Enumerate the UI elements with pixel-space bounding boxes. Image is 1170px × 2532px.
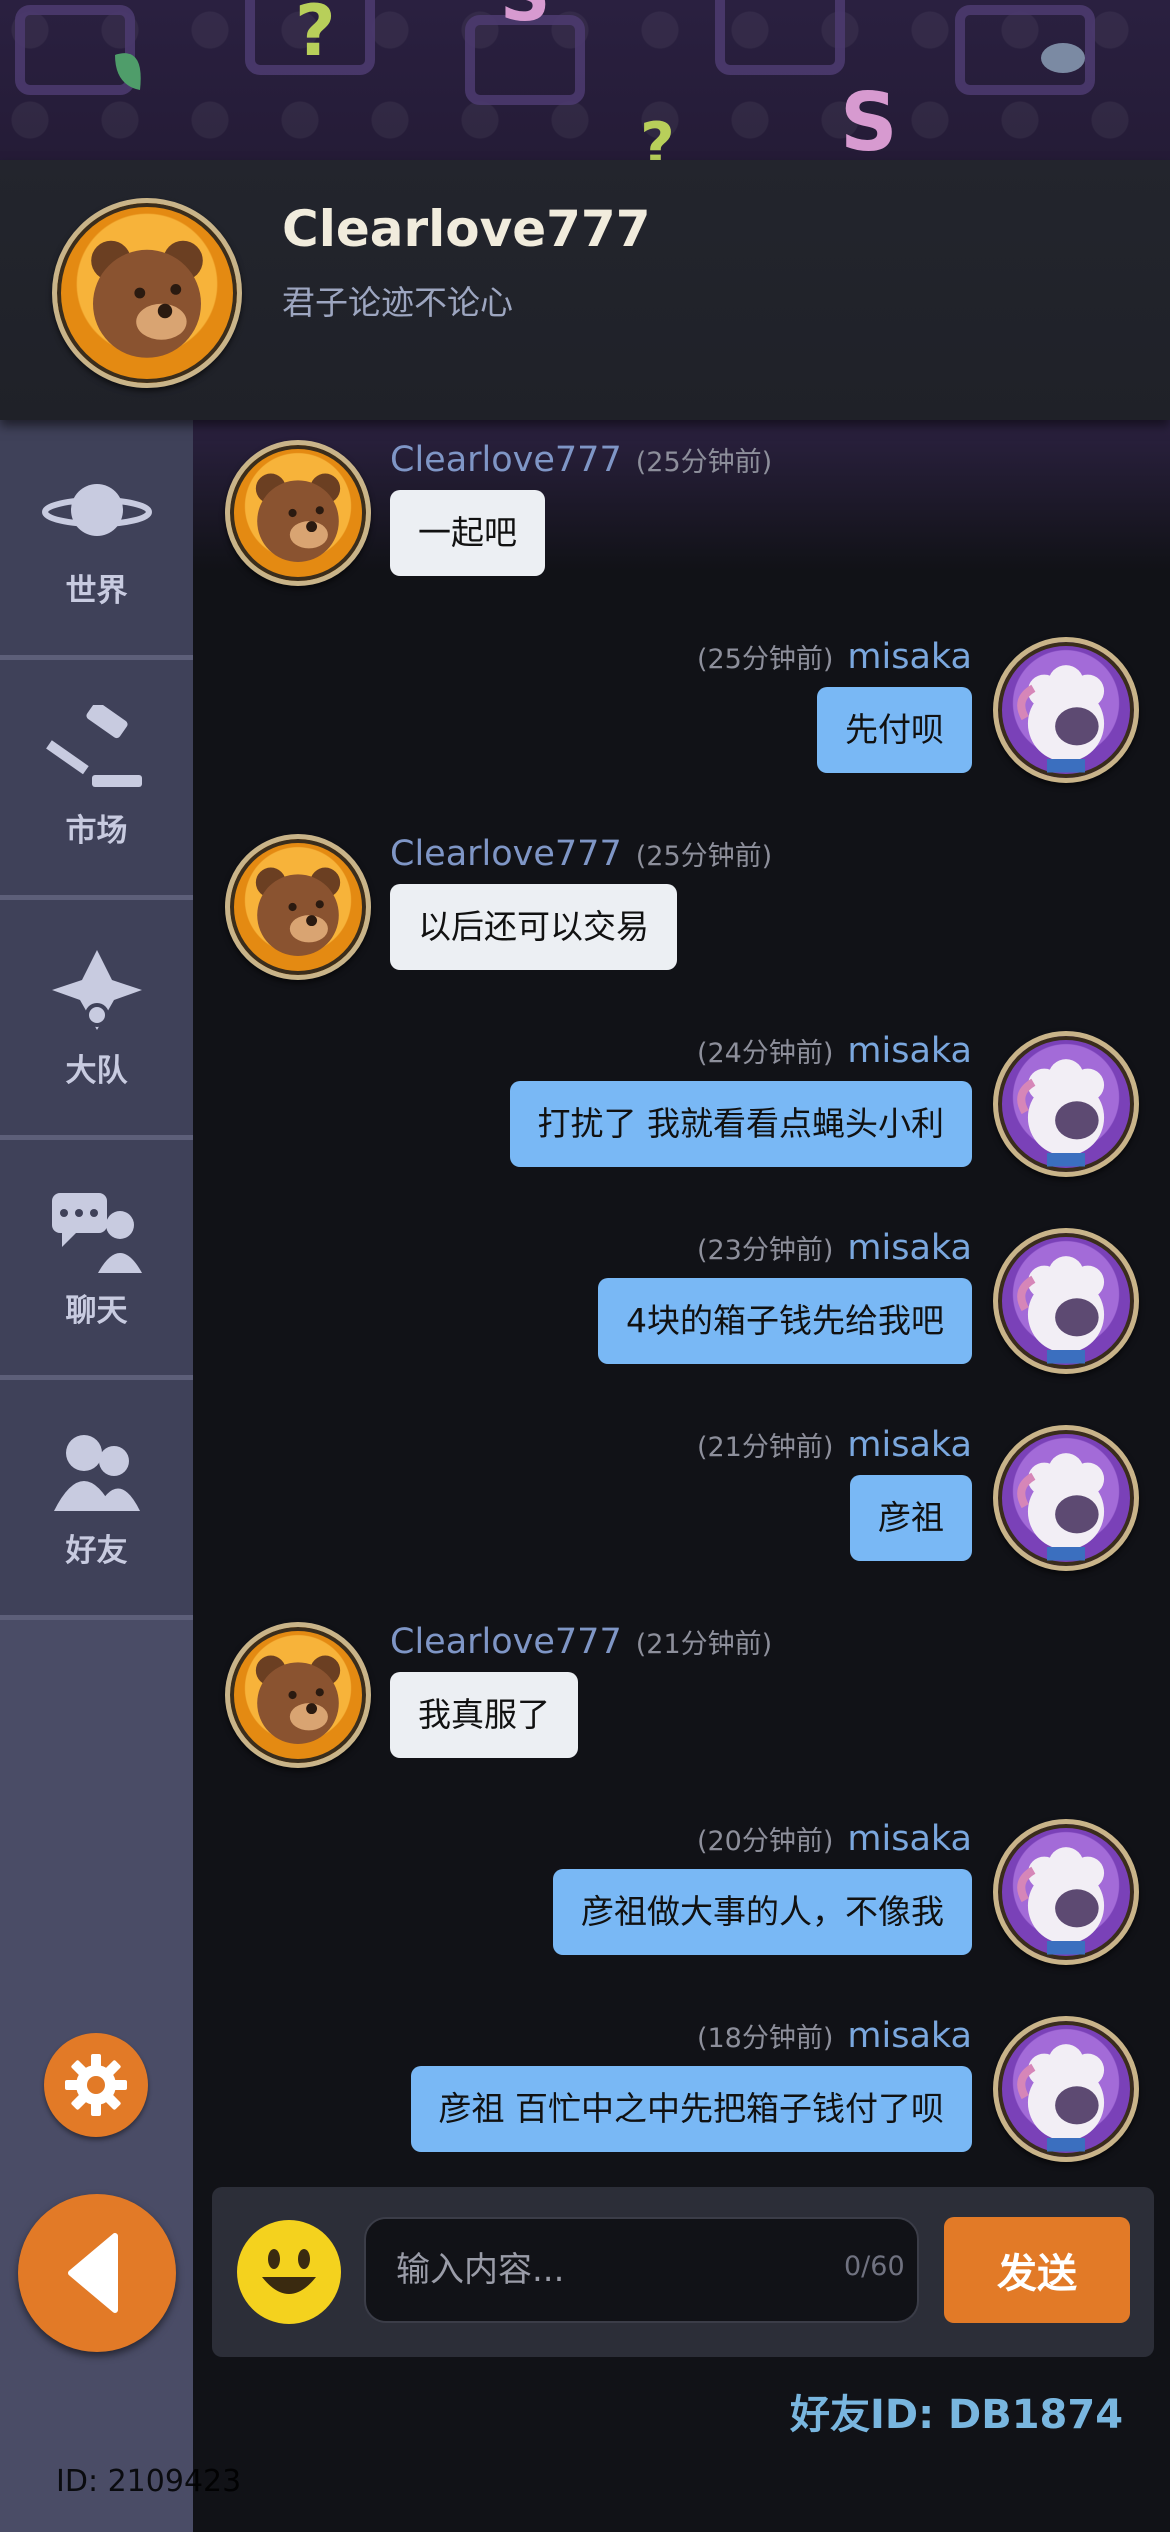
- profile-header: Clearlove777 君子论迹不论心: [0, 160, 1170, 420]
- sender-name[interactable]: misaka: [847, 1228, 972, 1268]
- svg-text:?: ?: [295, 0, 336, 72]
- message-avatar[interactable]: [993, 637, 1139, 783]
- settings-button[interactable]: [44, 2033, 148, 2137]
- message-time: (24分钟前): [696, 1038, 834, 1069]
- sender-name[interactable]: misaka: [847, 1819, 972, 1859]
- message-meta: (21分钟前) misaka: [697, 1425, 972, 1465]
- sidebar-item-world[interactable]: 世界: [0, 420, 193, 660]
- sheep-icon: [1017, 1256, 1105, 1364]
- message-time: (20分钟前): [696, 1826, 834, 1857]
- sidebar-item-label: 市场: [65, 813, 128, 849]
- message-meta: (24分钟前) misaka: [697, 1031, 972, 1071]
- header-avatar[interactable]: [52, 198, 242, 388]
- gear-icon: [65, 2054, 127, 2116]
- message-meta: (18分钟前) misaka: [697, 2016, 972, 2056]
- header-background-pattern: ? S S ?: [0, 0, 1170, 170]
- sheep-icon: [1017, 1453, 1105, 1561]
- message-bubble[interactable]: 打扰了 我就看看点蝇头小利: [509, 1081, 972, 1167]
- message-meta: Clearlove777 (25分钟前): [390, 440, 772, 480]
- message-bubble[interactable]: 4块的箱子钱先给我吧: [598, 1278, 972, 1364]
- back-button[interactable]: [18, 2194, 176, 2352]
- message-bubble[interactable]: 先付呗: [817, 687, 972, 773]
- sheep-icon: [1017, 1847, 1105, 1955]
- message-bubble[interactable]: 我真服了: [390, 1672, 578, 1758]
- sidebar-item-market[interactable]: 市场: [0, 660, 193, 900]
- sheep-icon: [1017, 2044, 1105, 2152]
- message-bubble[interactable]: 以后还可以交易: [390, 884, 677, 970]
- message-avatar[interactable]: [225, 1622, 371, 1768]
- message-avatar[interactable]: [993, 1425, 1139, 1571]
- message-time: (25分钟前): [696, 644, 834, 675]
- message-avatar[interactable]: [225, 440, 371, 586]
- svg-text:S: S: [500, 0, 550, 37]
- sender-name[interactable]: misaka: [847, 1031, 972, 1071]
- bear-icon: [255, 1655, 341, 1744]
- bear-icon: [255, 867, 341, 956]
- sender-name[interactable]: misaka: [847, 2016, 972, 2056]
- sheep-icon: [1017, 665, 1105, 773]
- friends-icon: [53, 1435, 140, 1511]
- pattern-decoration: ? S S ?: [15, 0, 1095, 170]
- header-username: Clearlove777: [282, 200, 651, 258]
- sidebar: 世界 市场 大队 聊天 好友: [0, 420, 193, 2532]
- input-bar: 0/60 发送: [212, 2187, 1154, 2357]
- sidebar-item-label: 好友: [65, 1533, 128, 1569]
- message-avatar[interactable]: [225, 834, 371, 980]
- chat-icon: [51, 1193, 142, 1273]
- sidebar-item-label: 聊天: [65, 1293, 128, 1329]
- message-bubble[interactable]: 彦祖做大事的人，不像我: [553, 1869, 972, 1955]
- gavel-icon: [45, 705, 142, 787]
- sheep-icon: [1017, 1059, 1105, 1167]
- message-avatar[interactable]: [993, 1819, 1139, 1965]
- emoji-button[interactable]: [236, 2219, 342, 2325]
- sender-name[interactable]: Clearlove777: [390, 1622, 622, 1662]
- message-avatar[interactable]: [993, 2016, 1139, 2162]
- message-bubble[interactable]: 彦祖: [850, 1475, 972, 1561]
- planet-icon: [41, 484, 152, 536]
- smiley-icon: [237, 2220, 341, 2324]
- message-meta: (20分钟前) misaka: [697, 1819, 972, 1859]
- message-meta: Clearlove777 (25分钟前): [390, 834, 772, 874]
- message-time: (21分钟前): [696, 1432, 834, 1463]
- message-avatar[interactable]: [993, 1228, 1139, 1374]
- message-bubble[interactable]: 彦祖 百忙中之中先把箱子钱付了呗: [410, 2066, 972, 2152]
- sidebar-item-label: 大队: [65, 1053, 128, 1089]
- message-avatar[interactable]: [993, 1031, 1139, 1177]
- header-motto: 君子论迹不论心: [282, 283, 513, 322]
- svg-text:S: S: [840, 76, 898, 169]
- team-emblem-icon: [51, 950, 142, 1030]
- sender-name[interactable]: misaka: [847, 1425, 972, 1465]
- back-arrow-icon: [68, 2233, 118, 2313]
- sidebar-item-label: 世界: [65, 573, 128, 609]
- sidebar-item-team[interactable]: 大队: [0, 900, 193, 1140]
- sender-name[interactable]: misaka: [847, 637, 972, 677]
- char-counter: 0/60: [844, 2251, 905, 2282]
- sender-name[interactable]: Clearlove777: [390, 834, 622, 874]
- send-button[interactable]: 发送: [944, 2217, 1130, 2323]
- message-bubble[interactable]: 一起吧: [390, 490, 545, 576]
- message-time: (21分钟前): [635, 1629, 773, 1660]
- sidebar-item-friends[interactable]: 好友: [0, 1380, 193, 1620]
- message-meta: Clearlove777 (21分钟前): [390, 1622, 772, 1662]
- bear-icon: [91, 240, 203, 358]
- user-id-label: ID: 2109423: [56, 2464, 242, 2499]
- message-meta: (23分钟前) misaka: [697, 1228, 972, 1268]
- sidebar-item-chat[interactable]: 聊天: [0, 1140, 193, 1380]
- message-time: (23分钟前): [696, 1235, 834, 1266]
- friend-id-label: 好友ID: DB1874: [790, 2392, 1124, 2438]
- message-meta: (25分钟前) misaka: [697, 637, 972, 677]
- message-input[interactable]: [364, 2217, 919, 2323]
- message-time: (18分钟前): [696, 2023, 834, 2054]
- message-time: (25分钟前): [635, 447, 773, 478]
- sender-name[interactable]: Clearlove777: [390, 440, 622, 480]
- bear-icon: [255, 473, 341, 562]
- message-time: (25分钟前): [635, 841, 773, 872]
